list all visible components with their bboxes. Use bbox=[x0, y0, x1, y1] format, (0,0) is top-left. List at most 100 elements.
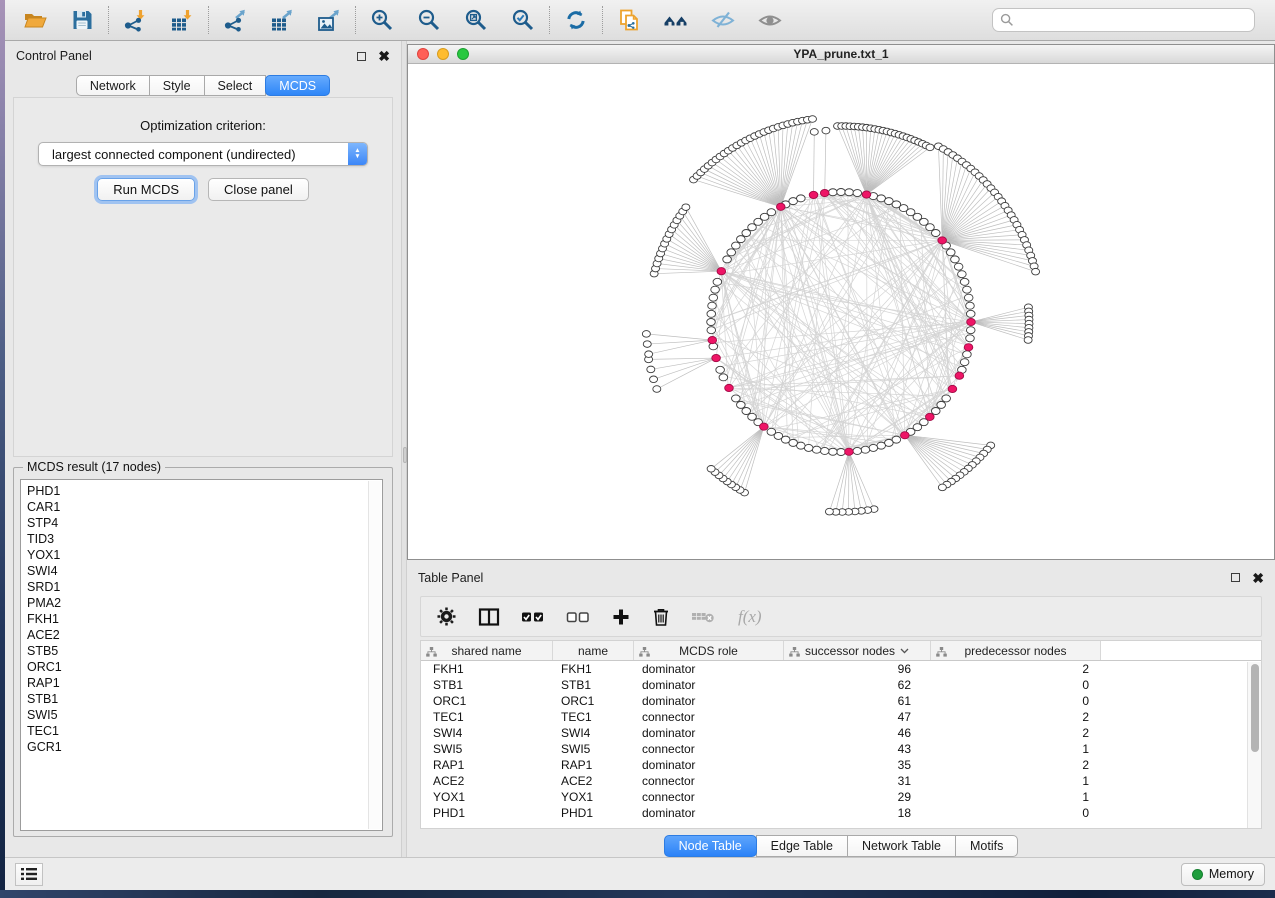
network-node[interactable] bbox=[707, 465, 715, 472]
network-node[interactable] bbox=[732, 242, 741, 249]
network-node[interactable] bbox=[737, 401, 746, 408]
network-node[interactable] bbox=[645, 351, 653, 358]
minimize-traffic-light[interactable] bbox=[437, 48, 449, 60]
mcds-result-list[interactable]: PHD1CAR1STP4TID3YOX1SWI4SRD1PMA2FKH1ACE2… bbox=[20, 479, 383, 831]
network-node[interactable] bbox=[954, 263, 963, 270]
network-node[interactable] bbox=[647, 366, 655, 373]
mcds-list-scrollbar[interactable] bbox=[368, 481, 381, 829]
network-node[interactable] bbox=[711, 286, 720, 293]
network-node[interactable] bbox=[716, 366, 725, 373]
network-node[interactable] bbox=[963, 286, 972, 293]
export-table-button[interactable] bbox=[269, 7, 295, 33]
mcds-result-item[interactable]: STB1 bbox=[27, 691, 382, 707]
zoom-in-button[interactable] bbox=[369, 7, 395, 33]
optimization-criterion-select[interactable]: largest connected component (undirected)… bbox=[38, 142, 368, 166]
mcds-result-item[interactable]: FKH1 bbox=[27, 611, 382, 627]
network-node[interactable] bbox=[732, 395, 741, 402]
search-box[interactable] bbox=[992, 8, 1255, 32]
network-node[interactable] bbox=[737, 236, 746, 243]
zoom-fit-button[interactable] bbox=[463, 7, 489, 33]
network-node[interactable] bbox=[812, 446, 821, 453]
network-node[interactable] bbox=[951, 256, 960, 263]
tab-motifs[interactable]: Motifs bbox=[955, 835, 1018, 857]
table-scrollbar-thumb[interactable] bbox=[1251, 664, 1259, 752]
mcds-result-item[interactable]: SWI5 bbox=[27, 707, 382, 723]
tab-select[interactable]: Select bbox=[204, 75, 267, 96]
network-node[interactable] bbox=[748, 413, 757, 420]
table-settings-button[interactable] bbox=[436, 606, 457, 627]
network-node[interactable] bbox=[937, 401, 946, 408]
network-mcds-hub-node[interactable] bbox=[776, 203, 785, 210]
network-node[interactable] bbox=[810, 129, 818, 136]
close-table-panel-icon[interactable]: ✖ bbox=[1252, 573, 1264, 583]
mcds-result-item[interactable]: SRD1 bbox=[27, 579, 382, 595]
network-mcds-hub-node[interactable] bbox=[955, 372, 964, 379]
network-canvas[interactable] bbox=[408, 64, 1274, 559]
network-node[interactable] bbox=[837, 189, 846, 196]
splitter-grip[interactable] bbox=[403, 447, 407, 463]
export-network-button[interactable] bbox=[222, 7, 248, 33]
tab-node-table[interactable]: Node Table bbox=[664, 835, 757, 857]
network-node[interactable] bbox=[931, 407, 940, 414]
network-node[interactable] bbox=[853, 447, 862, 454]
network-node[interactable] bbox=[926, 224, 935, 231]
table-row[interactable]: ACE2ACE2connector311 bbox=[421, 773, 1261, 789]
network-mcds-hub-node[interactable] bbox=[862, 191, 871, 198]
float-table-panel-icon[interactable] bbox=[1231, 573, 1240, 582]
tab-style[interactable]: Style bbox=[149, 75, 205, 96]
network-node[interactable] bbox=[707, 327, 716, 334]
network-node[interactable] bbox=[829, 448, 838, 455]
network-node[interactable] bbox=[960, 359, 969, 366]
network-node[interactable] bbox=[707, 319, 716, 326]
column-display-button[interactable] bbox=[478, 607, 500, 627]
network-mcds-hub-node[interactable] bbox=[712, 354, 721, 361]
network-node[interactable] bbox=[713, 278, 722, 285]
hide-selected-button[interactable] bbox=[710, 7, 736, 33]
network-node[interactable] bbox=[742, 230, 751, 237]
table-row[interactable]: FKH1FKH1dominator962 bbox=[421, 661, 1261, 677]
network-node[interactable] bbox=[966, 327, 975, 334]
network-mcds-hub-node[interactable] bbox=[967, 318, 976, 325]
tab-network[interactable]: Network bbox=[76, 75, 150, 96]
network-node[interactable] bbox=[653, 386, 661, 393]
network-node[interactable] bbox=[727, 249, 736, 256]
memory-button[interactable]: Memory bbox=[1181, 863, 1265, 886]
network-node[interactable] bbox=[708, 302, 717, 309]
network-node[interactable] bbox=[931, 230, 940, 237]
network-node[interactable] bbox=[861, 446, 870, 453]
network-node[interactable] bbox=[845, 189, 854, 196]
import-table-button[interactable] bbox=[169, 7, 195, 33]
network-mcds-hub-node[interactable] bbox=[809, 191, 818, 198]
table-row[interactable]: PHD1PHD1dominator180 bbox=[421, 805, 1261, 821]
table-row[interactable]: ORC1ORC1dominator610 bbox=[421, 693, 1261, 709]
zoom-out-button[interactable] bbox=[416, 7, 442, 33]
tab-edge-table[interactable]: Edge Table bbox=[756, 835, 848, 857]
first-neighbors-button[interactable] bbox=[663, 7, 689, 33]
mcds-result-item[interactable]: ORC1 bbox=[27, 659, 382, 675]
column-header-successor-nodes[interactable]: successor nodes bbox=[784, 641, 931, 660]
node-table[interactable]: shared namenameMCDS rolesuccessor nodesp… bbox=[420, 640, 1262, 829]
show-all-button[interactable] bbox=[757, 7, 783, 33]
maximize-traffic-light[interactable] bbox=[457, 48, 469, 60]
network-node[interactable] bbox=[643, 341, 651, 348]
network-mcds-hub-node[interactable] bbox=[901, 432, 910, 439]
network-graph[interactable] bbox=[408, 64, 1274, 558]
table-row[interactable]: SWI4SWI4dominator462 bbox=[421, 725, 1261, 741]
refresh-button[interactable] bbox=[563, 7, 589, 33]
mcds-result-item[interactable]: YOX1 bbox=[27, 547, 382, 563]
network-node[interactable] bbox=[963, 351, 972, 358]
network-mcds-hub-node[interactable] bbox=[845, 448, 854, 455]
network-node[interactable] bbox=[960, 278, 969, 285]
network-node[interactable] bbox=[709, 294, 718, 301]
network-node[interactable] bbox=[642, 331, 650, 338]
network-mcds-hub-node[interactable] bbox=[926, 413, 935, 420]
network-node[interactable] bbox=[877, 442, 886, 449]
network-node[interactable] bbox=[719, 374, 728, 381]
network-node[interactable] bbox=[829, 189, 838, 196]
network-node[interactable] bbox=[837, 449, 846, 456]
network-mcds-hub-node[interactable] bbox=[948, 385, 957, 392]
network-node[interactable] bbox=[723, 256, 732, 263]
run-mcds-button[interactable]: Run MCDS bbox=[97, 178, 195, 201]
tab-mcds[interactable]: MCDS bbox=[265, 75, 330, 96]
mcds-result-item[interactable]: CAR1 bbox=[27, 499, 382, 515]
